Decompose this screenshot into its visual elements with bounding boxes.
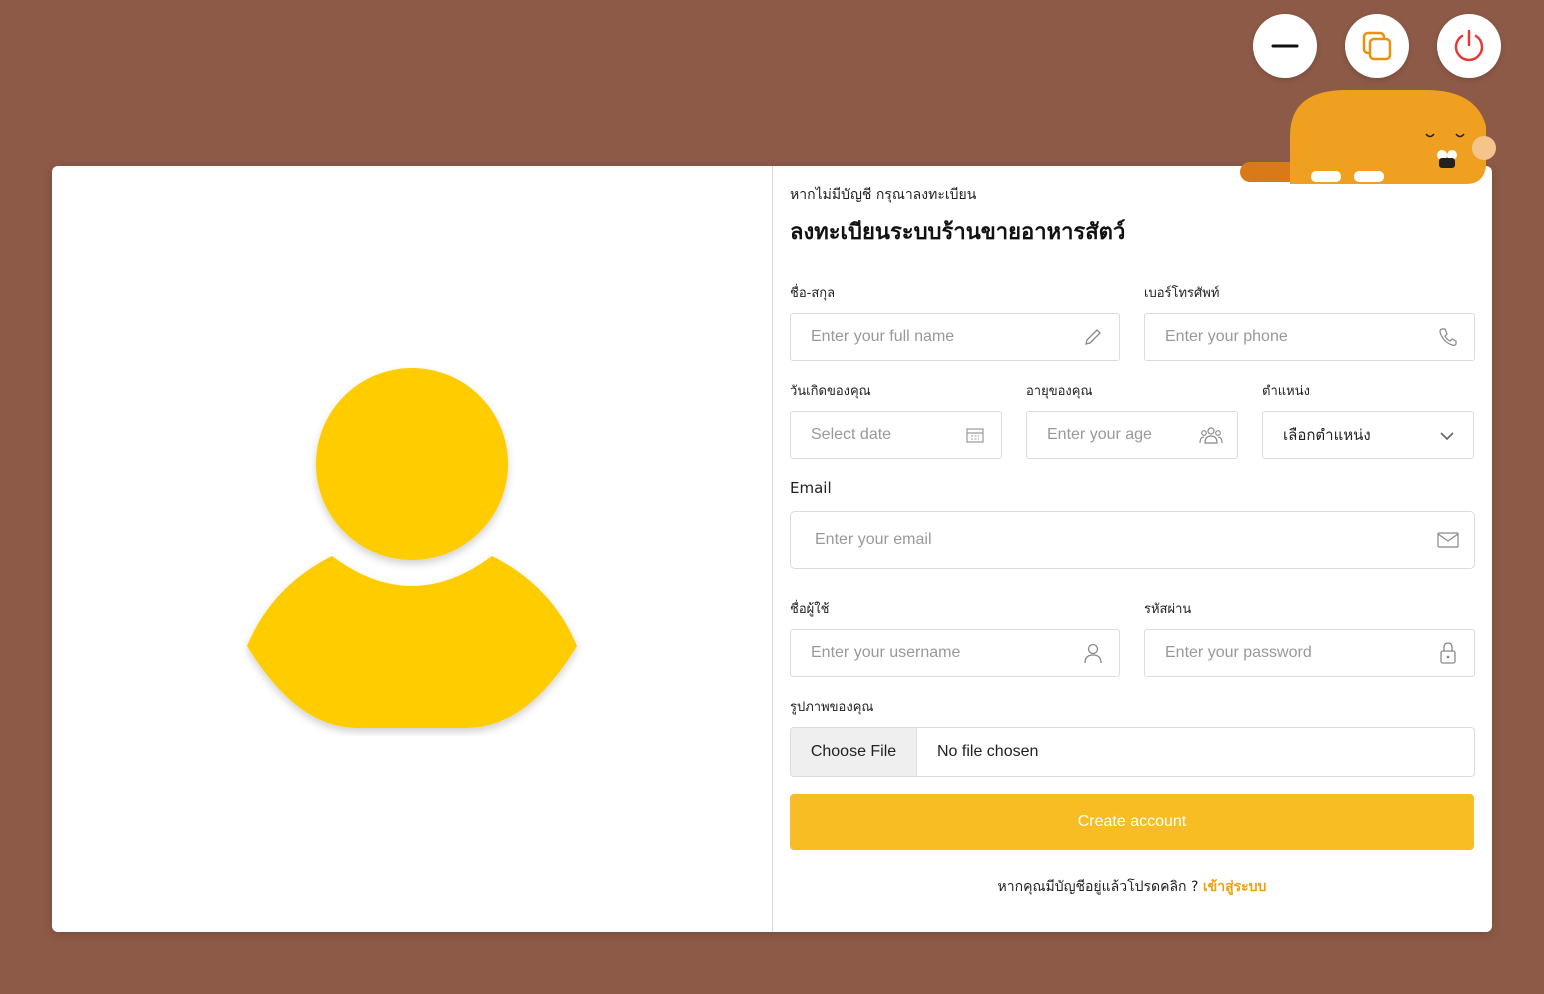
password-label: รหัสผ่าน (1144, 602, 1192, 617)
username-field[interactable] (790, 629, 1120, 677)
position-selected-value: เลือกตำแหน่ง (1283, 426, 1371, 444)
form-title: ลงทะเบียนระบบร้านขายอาหารสัตว์ (790, 220, 1126, 245)
pencil-icon (1081, 325, 1105, 349)
lock-icon (1436, 641, 1460, 665)
position-label: ตำแหน่ง (1262, 384, 1310, 399)
power-button[interactable] (1437, 14, 1501, 78)
user-avatar-illustration (247, 368, 577, 728)
username-input[interactable] (791, 629, 1081, 677)
mail-icon (1436, 528, 1460, 552)
cat-illustration (1240, 90, 1496, 184)
fullname-label: ชื่อ-สกุล (790, 286, 836, 301)
avatar-pane (52, 166, 772, 932)
choose-file-button[interactable]: Choose File (791, 728, 917, 776)
phone-field[interactable] (1144, 313, 1475, 361)
restore-icon (1362, 31, 1392, 61)
password-input[interactable] (1145, 629, 1436, 677)
login-link[interactable]: เข้าสู่ระบบ (1203, 879, 1267, 895)
birthdate-input[interactable] (791, 411, 963, 459)
email-field[interactable] (790, 511, 1475, 569)
pane-divider (772, 166, 773, 932)
minimize-button[interactable] (1253, 14, 1317, 78)
power-icon (1454, 29, 1484, 62)
login-prompt: หากคุณมีบัญชีอยู่แล้วโปรดคลิก ? เข้าสู่ร… (790, 876, 1474, 898)
chevron-down-icon (1439, 426, 1455, 445)
phone-input[interactable] (1145, 313, 1436, 361)
email-label: Email (790, 479, 832, 497)
user-icon (1081, 641, 1105, 665)
age-label: อายุของคุณ (1026, 384, 1093, 399)
maximize-button[interactable] (1345, 14, 1409, 78)
login-prompt-text: หากคุณมีบัญชีอยู่แล้วโปรดคลิก ? (997, 879, 1203, 895)
age-input[interactable] (1027, 411, 1199, 459)
phone-icon (1436, 325, 1460, 349)
age-field[interactable] (1026, 411, 1238, 459)
people-icon (1199, 423, 1223, 447)
birthdate-field[interactable] (790, 411, 1002, 459)
file-status: No file chosen (937, 743, 1039, 760)
minus-icon (1271, 44, 1299, 48)
fullname-input[interactable] (791, 313, 1081, 361)
username-label: ชื่อผู้ใช้ (790, 602, 830, 617)
photo-label: รูปภาพของคุณ (790, 700, 874, 715)
password-field[interactable] (1144, 629, 1475, 677)
calendar-icon (963, 423, 987, 447)
fullname-field[interactable] (790, 313, 1120, 361)
birthdate-label: วันเกิดของคุณ (790, 384, 871, 399)
email-input[interactable] (791, 511, 1436, 569)
create-account-button[interactable]: Create account (790, 794, 1474, 850)
form-subtitle: หากไม่มีบัญชี กรุณาลงทะเบียน (790, 187, 977, 203)
phone-label: เบอร์โทรศัพท์ (1144, 286, 1220, 301)
register-form: หากไม่มีบัญชี กรุณาลงทะเบียน ลงทะเบียนระ… (790, 166, 1476, 932)
photo-file-input[interactable]: Choose File No file chosen (790, 727, 1475, 777)
register-card: หากไม่มีบัญชี กรุณาลงทะเบียน ลงทะเบียนระ… (52, 166, 1492, 932)
position-select[interactable]: เลือกตำแหน่ง (1262, 411, 1474, 459)
